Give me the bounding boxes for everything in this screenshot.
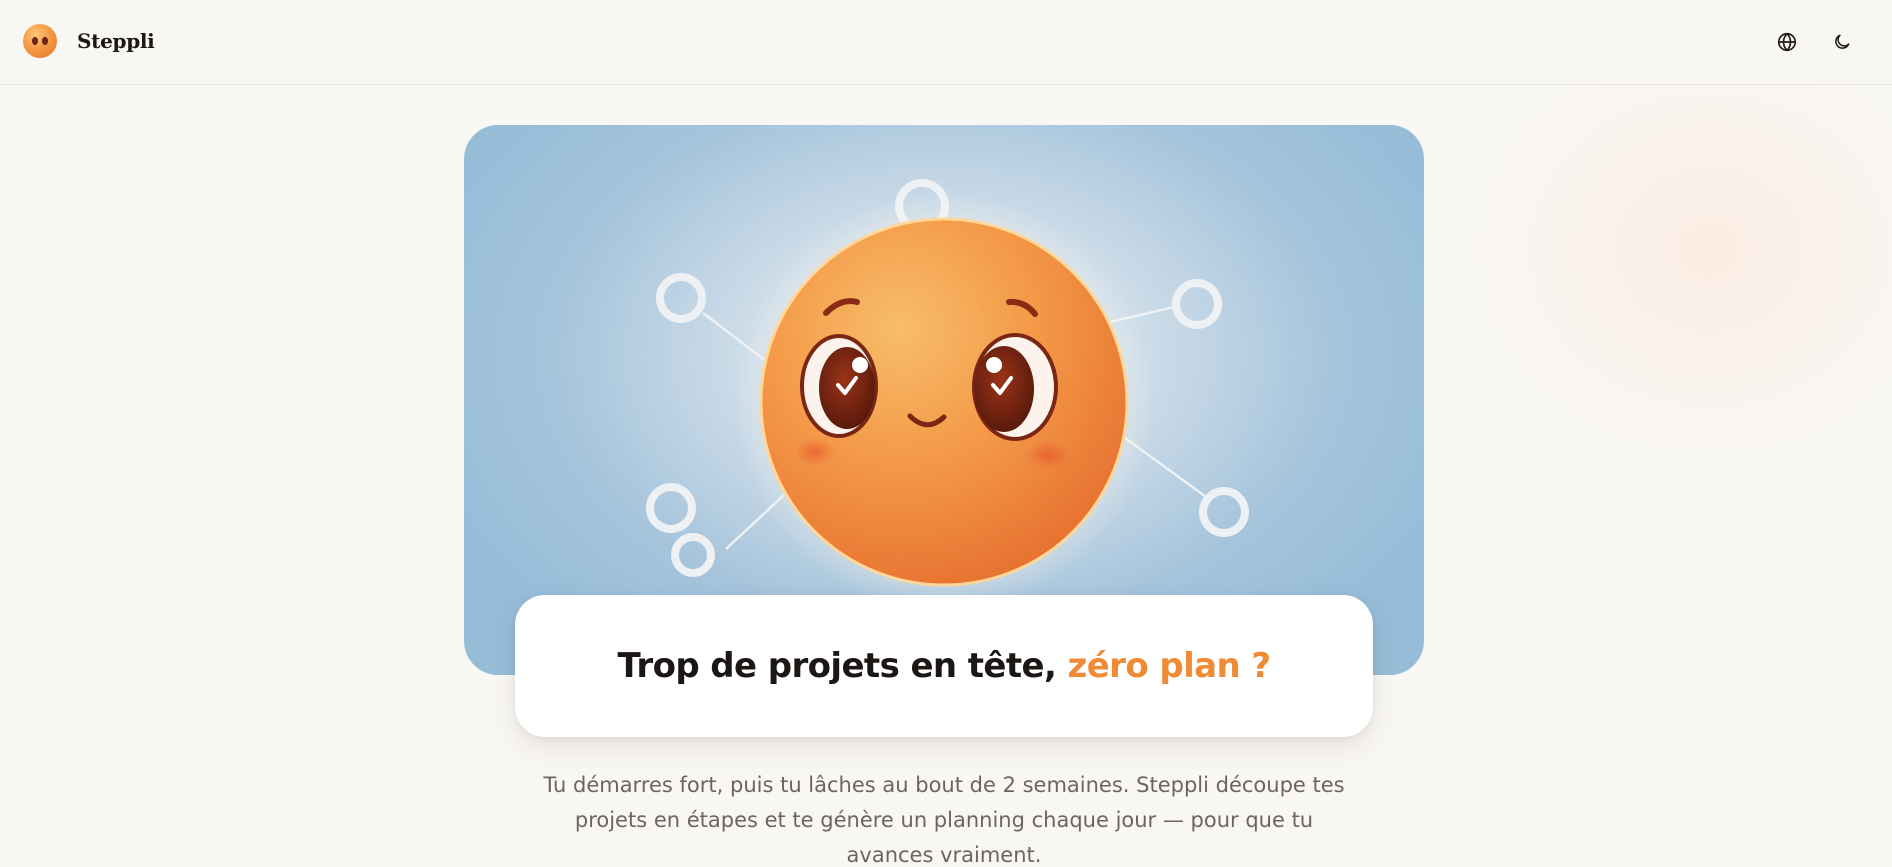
- top-navbar: Steppli: [0, 0, 1892, 85]
- landing-page: Steppli Trop de projets en tête, zéro pl…: [0, 0, 1892, 867]
- hero-title-main: Trop de projets en tête,: [617, 646, 1068, 686]
- hero-caption-card: Trop de projets en tête, zéro plan ?: [515, 595, 1373, 737]
- hero-title-accent: zéro plan ?: [1067, 646, 1272, 686]
- brand-name: Steppli: [77, 29, 155, 53]
- sun-mascot-icon: [759, 217, 1129, 587]
- hero-title: Trop de projets en tête, zéro plan ?: [617, 646, 1272, 686]
- hero-illustration: [464, 125, 1424, 675]
- intro-paragraph: Tu démarres fort, puis tu lâches au bout…: [543, 773, 1345, 867]
- background-glow: [1470, 40, 1892, 460]
- language-button[interactable]: [1771, 26, 1803, 58]
- logo-icon: [23, 24, 57, 58]
- brand[interactable]: Steppli: [23, 24, 155, 58]
- globe-icon: [1777, 32, 1797, 52]
- moon-icon: [1835, 34, 1850, 49]
- theme-toggle-button[interactable]: [1826, 26, 1858, 58]
